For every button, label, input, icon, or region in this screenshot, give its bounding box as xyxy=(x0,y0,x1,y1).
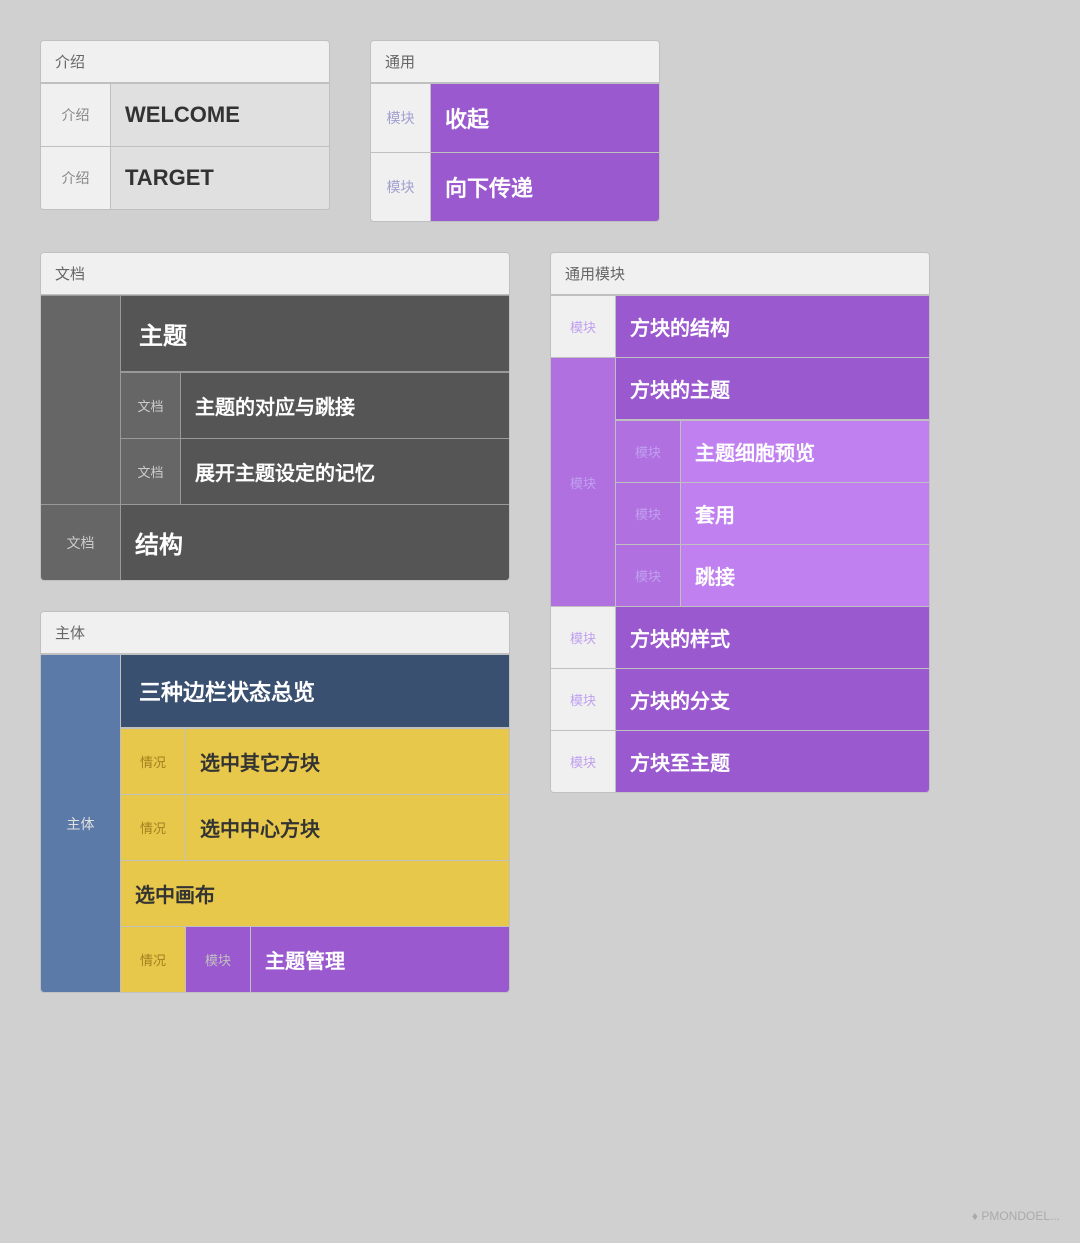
gmodule-value-branch: 方块的分支 xyxy=(616,669,929,730)
body-sub-row-1: 情况 选中其它方块 xyxy=(121,728,509,794)
gmodule-nested-value-apply: 套用 xyxy=(681,483,929,544)
intro-label-target: 介绍 xyxy=(41,147,111,209)
watermark: ♦ PMONDOEL... xyxy=(972,1209,1060,1223)
body-main-section: 主体 三种边栏状态总览 情况 选中其它方块 情况 选中中心方块 xyxy=(41,654,509,992)
page-wrapper: 介绍 介绍 WELCOME 介绍 TARGET 通用 模块 收起 模块 xyxy=(40,40,1040,993)
intro-card-header: 介绍 xyxy=(41,41,329,83)
gmodule-label-to-theme: 模块 xyxy=(551,731,616,792)
body-sub-label-1: 情况 xyxy=(121,729,186,794)
body-canvas-sub-label: 模块 xyxy=(186,927,251,992)
doc-card-header: 文档 xyxy=(41,253,509,295)
intro-table: 介绍 WELCOME 介绍 TARGET xyxy=(41,83,329,209)
gmodule-nested-value-preview: 主题细胞预览 xyxy=(681,421,929,482)
intro-label-welcome: 介绍 xyxy=(41,84,111,146)
gmodule-nested-label-preview: 模块 xyxy=(616,421,681,482)
intro-row-welcome: 介绍 WELCOME xyxy=(41,83,329,146)
gmodule-value-to-theme: 方块至主题 xyxy=(616,731,929,792)
intro-card: 介绍 介绍 WELCOME 介绍 TARGET xyxy=(40,40,330,210)
gmodule-row-structure: 模块 方块的结构 xyxy=(551,295,929,357)
general-row-collect: 模块 收起 xyxy=(371,83,659,152)
gmodule-large-label-theme: 模块 xyxy=(551,358,616,606)
doc-bottom-row: 文档 结构 xyxy=(41,504,509,580)
gmodule-nested-value-jump: 跳接 xyxy=(681,545,929,606)
body-canvas-row: 情况 模块 主题管理 xyxy=(121,927,509,992)
gmodule-value-style: 方块的样式 xyxy=(616,607,929,668)
intro-value-target: TARGET xyxy=(111,147,329,209)
general-value-collect: 收起 xyxy=(431,84,659,152)
doc-card: 文档 主题 文档 主题的对应与跳接 文档 展开主题设 xyxy=(40,252,510,581)
bottom-cards-left: 文档 主题 文档 主题的对应与跳接 文档 展开主题设 xyxy=(40,252,510,993)
body-card-header: 主体 xyxy=(41,612,509,654)
gmodule-card: 通用模块 模块 方块的结构 模块 方块的主题 模块 主题细胞预览 模块 套用 xyxy=(550,252,930,793)
body-left-col: 主体 xyxy=(41,655,121,992)
gmodule-row-to-theme: 模块 方块至主题 xyxy=(551,730,929,792)
doc-sub-row-1: 文档 主题的对应与跳接 xyxy=(121,372,509,438)
general-value-pass: 向下传递 xyxy=(431,153,659,221)
body-sub-value-2: 选中中心方块 xyxy=(186,795,509,860)
general-label-pass: 模块 xyxy=(371,153,431,221)
doc-right: 主题 文档 主题的对应与跳接 文档 展开主题设定的记忆 xyxy=(121,296,509,504)
doc-main-title: 主题 xyxy=(121,296,509,372)
gmodule-nested-title: 方块的主题 xyxy=(616,358,929,420)
general-card: 通用 模块 收起 模块 向下传递 xyxy=(370,40,660,222)
body-canvas-label: 情况 xyxy=(121,927,186,992)
body-sub-label-2: 情况 xyxy=(121,795,186,860)
body-card: 主体 主体 三种边栏状态总览 情况 选中其它方块 情况 选中中心方块 xyxy=(40,611,510,993)
gmodule-nested-label-jump: 模块 xyxy=(616,545,681,606)
doc-sub-label-2: 文档 xyxy=(121,439,181,504)
gmodule-label-structure: 模块 xyxy=(551,296,616,357)
gmodule-nested-label-apply: 模块 xyxy=(616,483,681,544)
gmodule-row-style: 模块 方块的样式 xyxy=(551,606,929,668)
general-label-collect: 模块 xyxy=(371,84,431,152)
gmodule-label-style: 模块 xyxy=(551,607,616,668)
body-canvas-title: 选中画布 xyxy=(121,861,509,927)
doc-sub-value-1: 主题的对应与跳接 xyxy=(181,373,509,438)
body-canvas-section: 选中画布 情况 模块 主题管理 xyxy=(121,860,509,992)
gmodule-row-branch: 模块 方块的分支 xyxy=(551,668,929,730)
body-canvas-value: 主题管理 xyxy=(251,927,509,992)
gmodule-nested-row-preview: 模块 主题细胞预览 xyxy=(616,420,929,482)
doc-main-row: 主题 文档 主题的对应与跳接 文档 展开主题设定的记忆 xyxy=(41,295,509,504)
general-row-pass: 模块 向下传递 xyxy=(371,152,659,221)
gmodule-row-theme: 模块 方块的主题 模块 主题细胞预览 模块 套用 模块 跳接 xyxy=(551,357,929,606)
body-right-col: 三种边栏状态总览 情况 选中其它方块 情况 选中中心方块 xyxy=(121,655,509,992)
body-title-row: 三种边栏状态总览 xyxy=(121,655,509,728)
bottom-row: 文档 主题 文档 主题的对应与跳接 文档 展开主题设 xyxy=(40,252,1040,993)
body-sub-section: 情况 选中其它方块 情况 选中中心方块 xyxy=(121,728,509,860)
body-sub-row-2: 情况 选中中心方块 xyxy=(121,794,509,860)
gmodule-value-structure: 方块的结构 xyxy=(616,296,929,357)
doc-main-left-label xyxy=(41,296,121,504)
doc-sub-value-2: 展开主题设定的记忆 xyxy=(181,439,509,504)
gmodule-nested-row-apply: 模块 套用 xyxy=(616,482,929,544)
intro-value-welcome: WELCOME xyxy=(111,84,329,146)
body-sub-value-1: 选中其它方块 xyxy=(186,729,509,794)
doc-sub-row-2: 文档 展开主题设定的记忆 xyxy=(121,438,509,504)
top-row: 介绍 介绍 WELCOME 介绍 TARGET 通用 模块 收起 模块 xyxy=(40,40,1040,222)
general-card-header: 通用 xyxy=(371,41,659,83)
gmodule-label-branch: 模块 xyxy=(551,669,616,730)
gmodule-nested-row-jump: 模块 跳接 xyxy=(616,544,929,606)
doc-sub-rows: 文档 主题的对应与跳接 文档 展开主题设定的记忆 xyxy=(121,372,509,504)
intro-row-target: 介绍 TARGET xyxy=(41,146,329,209)
doc-bottom-label: 文档 xyxy=(41,505,121,580)
gmodule-card-header: 通用模块 xyxy=(551,253,929,295)
doc-sub-label-1: 文档 xyxy=(121,373,181,438)
doc-bottom-value: 结构 xyxy=(121,505,509,580)
gmodule-nested-theme: 方块的主题 模块 主题细胞预览 模块 套用 模块 跳接 xyxy=(616,358,929,606)
